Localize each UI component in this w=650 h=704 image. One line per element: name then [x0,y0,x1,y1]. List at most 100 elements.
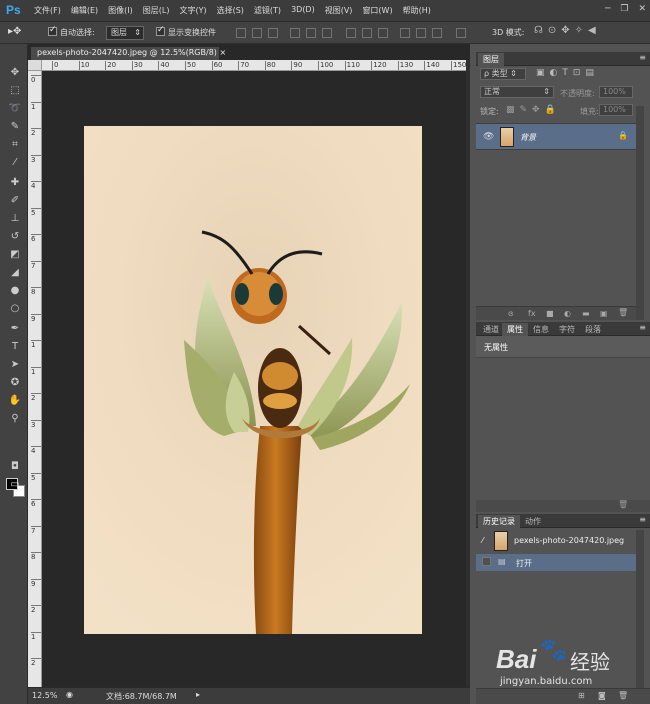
marquee-tool-icon[interactable]: ⬚ [8,84,22,98]
screen-mode-icon[interactable]: ▭ [8,478,22,492]
menu-image[interactable]: 图像(I) [108,5,133,16]
blur-tool-icon[interactable]: ● [8,284,22,298]
distribute-vcenter-icon[interactable] [362,28,372,38]
auto-select-checkbox[interactable]: 自动选择: [48,25,95,38]
history-step-label: 打开 [516,559,532,568]
show-transform-checkbox[interactable]: 显示变换控件 [156,25,216,38]
eye-visibility-icon[interactable]: 👁 [483,132,494,142]
layer-row-background[interactable]: 👁 背景 🔒 [476,123,636,150]
history-snapshot[interactable]: ⁄ pexels-photo-2047420.jpeg [476,530,636,552]
distribute-left-icon[interactable] [400,28,410,38]
distribute-hcenter-icon[interactable] [416,28,426,38]
restore-button[interactable]: ❐ [620,4,628,14]
layers-scrollbar[interactable] [636,106,644,320]
fx-icon[interactable]: fx [528,309,536,318]
document-tab[interactable]: pexels-photo-2047420.jpeg @ 12.5%(RGB/8)… [30,46,226,60]
fill-label: 填充: [580,107,599,116]
menu-select[interactable]: 选择(S) [217,5,244,16]
align-bottom-icon[interactable] [268,28,278,38]
align-left-icon[interactable] [290,28,300,38]
opacity-field[interactable]: 100% [599,86,633,98]
quick-select-tool-icon[interactable]: ✎ [8,120,22,134]
layers-footer: ɞ fx ■ ◐ ▬ ▣ 🗑 [476,306,636,320]
brush-tool-icon[interactable]: ✐ [8,194,22,208]
panel-menu-icon[interactable]: ≡ [639,53,646,62]
tab-history[interactable]: 历史记录 [478,515,520,528]
path-select-tool-icon[interactable]: ➤ [8,358,22,372]
lock-icons[interactable]: ▩✎✥🔒 [506,105,561,115]
pen-tool-icon[interactable]: ✒ [8,322,22,336]
menu-filter[interactable]: 滤镜(T) [254,5,281,16]
distribute-right-icon[interactable] [432,28,442,38]
chevron-right-icon[interactable]: ▸ [196,690,200,699]
tab-paragraph[interactable]: 段落 [580,323,606,336]
new-layer-icon[interactable]: ▣ [600,309,608,318]
ruler-tick-label: 4 [31,446,41,455]
tab-channels[interactable]: 通道 [478,323,504,336]
minimize-button[interactable]: ─ [605,4,610,14]
menu-window[interactable]: 窗口(W) [362,5,392,16]
menu-view[interactable]: 视图(V) [325,5,353,16]
paint-bucket-tool-icon[interactable]: ◢ [8,266,22,280]
menu-type[interactable]: 文字(Y) [179,5,206,16]
dodge-tool-icon[interactable]: ○ [8,302,22,316]
zoom-level[interactable]: 12.5% [32,691,57,700]
vertical-scrollbar[interactable] [466,60,470,687]
tab-layers[interactable]: 图层 [478,53,504,66]
eraser-tool-icon[interactable]: ◩ [8,248,22,262]
close-button[interactable]: ✕ [638,4,646,14]
lasso-tool-icon[interactable]: ➰ [8,102,22,116]
eyedropper-tool-icon[interactable]: ⁄ [8,156,22,170]
3d-tools-icon[interactable]: ☊⊙✥✧◀ [534,25,601,36]
auto-select-dropdown[interactable]: 图层 ⇕ [106,26,144,40]
panel-menu-icon[interactable]: ≡ [639,323,646,332]
zoom-tool-icon[interactable]: ⚲ [8,412,22,426]
align-top-icon[interactable] [236,28,246,38]
type-tool-icon[interactable]: T [8,340,22,354]
link-layers-icon[interactable]: ɞ [508,309,513,318]
ruler-tick-label: 2 [31,393,41,402]
healing-brush-tool-icon[interactable]: ✚ [8,176,22,190]
blend-mode-dropdown[interactable]: 正常 ⇕ [480,86,554,98]
layer-filter-icons[interactable]: ▣◐T⊡▤ [536,68,599,78]
align-vcenter-icon[interactable] [252,28,262,38]
distribute-bottom-icon[interactable] [378,28,388,38]
trash-icon[interactable]: 🗑 [618,308,628,317]
brush-source-icon[interactable]: ⁄ [482,536,483,545]
move-tool-icon[interactable]: ▸✥ [8,26,21,37]
clone-stamp-tool-icon[interactable]: ⊥ [8,212,22,226]
align-right-icon[interactable] [322,28,332,38]
tab-actions[interactable]: 动作 [520,515,546,528]
menu-3d[interactable]: 3D(D) [291,5,315,16]
panel-menu-icon[interactable]: ≡ [639,515,646,524]
history-step-open[interactable]: ▤ 打开 [476,554,636,571]
info-icon[interactable]: ◉ [66,690,73,699]
tab-info[interactable]: 信息 [528,323,554,336]
hand-tool-icon[interactable]: ✋ [8,394,22,408]
move-tool-icon[interactable]: ✥ [8,66,22,80]
add-mask-icon[interactable]: ■ [546,309,554,318]
trash-icon[interactable]: 🗑 [618,500,628,509]
history-brush-tool-icon[interactable]: ↺ [8,230,22,244]
quick-mask-icon[interactable]: ◘ [8,460,22,474]
ruler-tick-label: 5 [31,472,41,482]
close-tab-icon[interactable]: × [219,48,226,57]
menu-edit[interactable]: 编辑(E) [71,5,98,16]
menu-file[interactable]: 文件(F) [34,5,61,16]
tab-character[interactable]: 字符 [554,323,580,336]
crop-tool-icon[interactable]: ⌗ [8,138,22,152]
adjustment-layer-icon[interactable]: ◐ [564,309,571,318]
history-brush-box[interactable] [482,557,491,566]
layer-name[interactable]: 背景 [520,132,536,143]
distribute-top-icon[interactable] [346,28,356,38]
layer-filter[interactable]: ρ 类型 ⇕ [480,68,526,80]
auto-align-icon[interactable] [456,28,466,38]
align-hcenter-icon[interactable] [306,28,316,38]
menu-layer[interactable]: 图层(L) [143,5,170,16]
folder-icon[interactable]: ▬ [582,309,590,318]
menu-help[interactable]: 帮助(H) [403,5,431,16]
canvas-image[interactable] [84,126,422,634]
tab-properties[interactable]: 属性 [502,323,528,336]
shape-tool-icon[interactable]: ✪ [8,376,22,390]
fill-field[interactable]: 100% [599,104,633,116]
